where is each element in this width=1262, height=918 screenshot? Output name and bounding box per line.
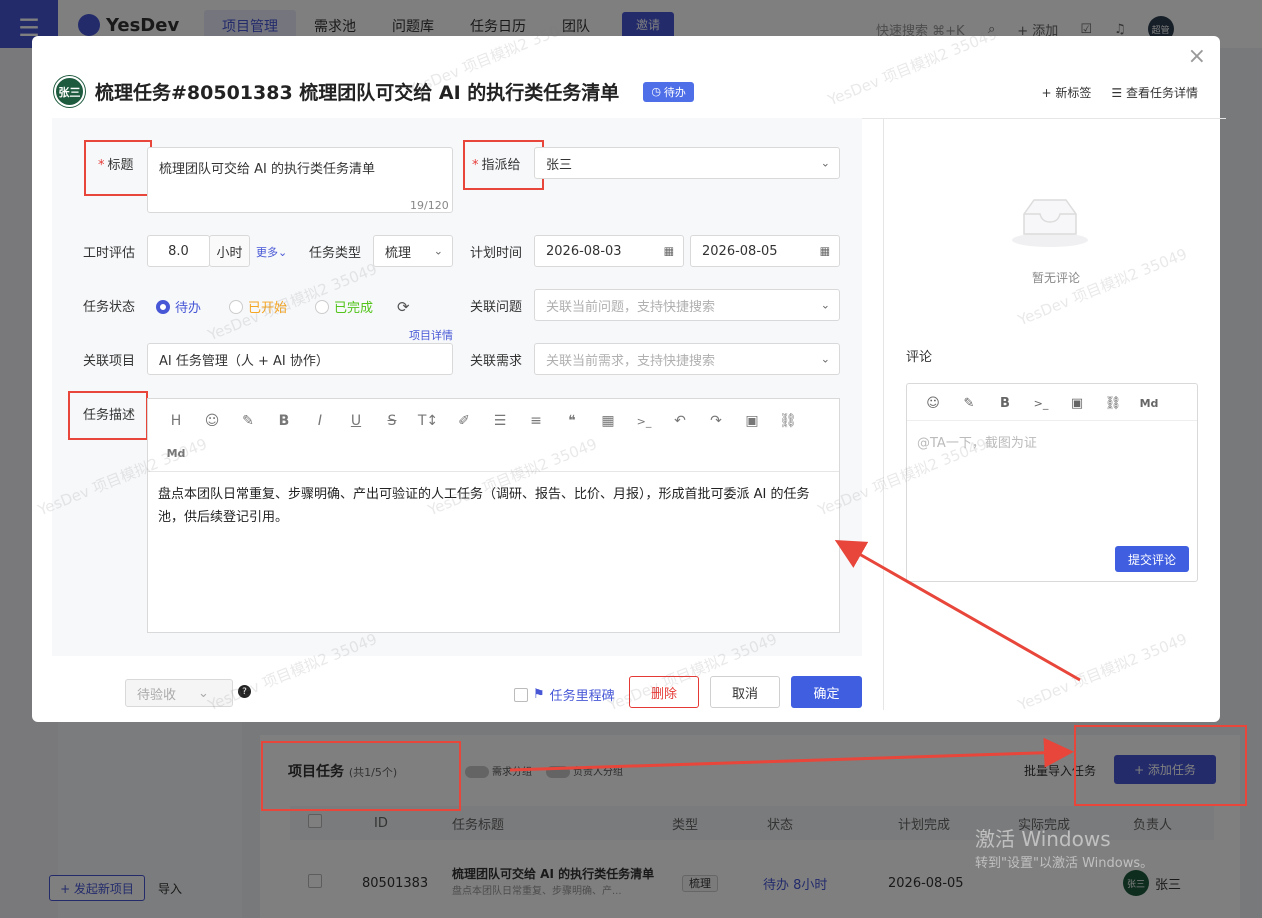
annotation-arrows	[509, 540, 1081, 772]
arrow	[509, 737, 1074, 772]
arrow	[834, 540, 1081, 682]
